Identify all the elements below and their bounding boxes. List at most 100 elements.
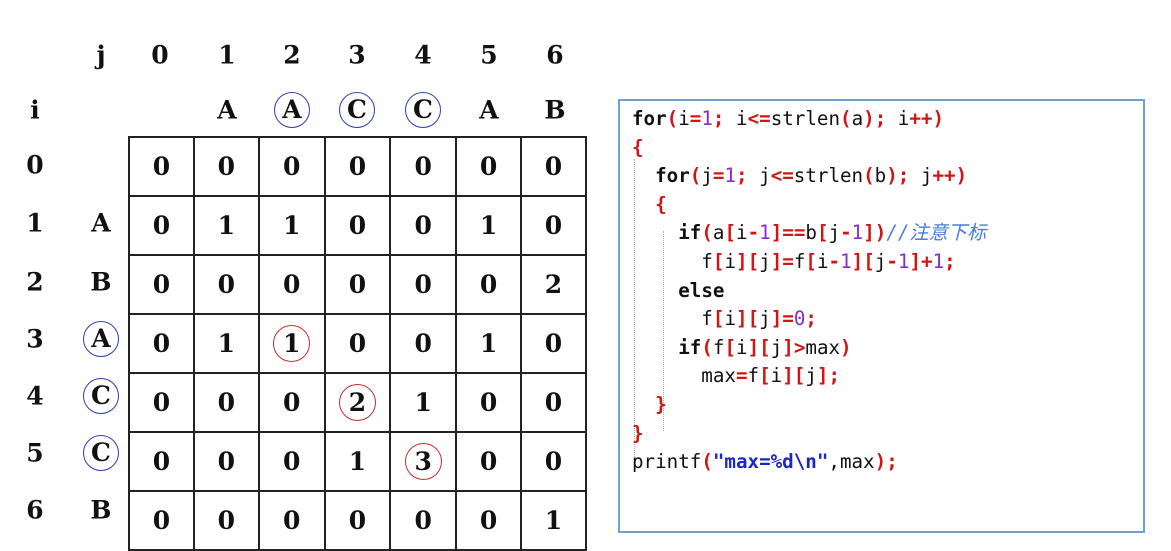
code-line: else: [678, 278, 725, 302]
table-cell: 2: [323, 372, 392, 433]
code-line: for(i=1; i<=strlen(a); i++): [632, 107, 945, 130]
table-cell: 1: [455, 313, 523, 374]
table-cell: 0: [323, 136, 392, 197]
table-cell: 0: [323, 195, 392, 256]
table-cell: 0: [257, 136, 326, 197]
table-cell: 0: [520, 195, 587, 256]
code-line: f[i][j]=0;: [632, 307, 817, 331]
table-cell: 1: [520, 490, 587, 551]
table-row: 0000001: [128, 490, 587, 551]
table-cell: 0: [257, 372, 326, 433]
table-cell: 1: [389, 372, 458, 433]
i-index: 6: [26, 495, 44, 525]
table-cell: 1: [455, 195, 523, 256]
table-cell: 0: [323, 254, 392, 315]
table-cell: 0: [389, 490, 458, 551]
table-row: 0002100: [128, 372, 587, 433]
i-index: 3: [26, 324, 44, 354]
j-index: 2: [283, 40, 301, 70]
table-cell: 0: [520, 431, 587, 492]
code-panel: for(i=1; i<=strlen(a); i++) { for(j=1; j…: [618, 99, 1145, 533]
string-b-char: C: [405, 92, 441, 128]
j-index: 6: [546, 40, 564, 70]
string-b-char: A: [274, 92, 310, 128]
string-b-char: A: [479, 95, 499, 125]
table-cell: 0: [192, 136, 260, 197]
i-index: 2: [26, 267, 44, 297]
dp-table: 0000000011001000000020110010000210000013…: [128, 136, 587, 551]
table-cell: 1: [323, 431, 392, 492]
string-b-char-circle: A: [274, 92, 310, 128]
table-cell: 0: [389, 136, 458, 197]
code-line: if(a[i-1]==b[j-1])//注意下标: [678, 221, 987, 245]
highlighted-cell-value: 2: [338, 384, 376, 421]
table-cell: 3: [389, 431, 458, 492]
table-cell: 0: [128, 372, 195, 433]
string-a-char: C: [83, 378, 119, 414]
table-row: 0110010: [128, 313, 587, 374]
table-cell: 0: [323, 490, 392, 551]
table-cell: 0: [455, 431, 523, 492]
table-cell: 0: [128, 431, 195, 492]
table-cell: 0: [128, 313, 195, 374]
table-cell: 0: [455, 372, 523, 433]
table-cell: 0: [128, 254, 195, 315]
i-index: 0: [26, 150, 44, 180]
code-block: for(i=1; i<=strlen(a); i++) { for(j=1; j…: [632, 105, 986, 477]
i-index: 5: [26, 438, 44, 468]
string-b-char: B: [544, 95, 566, 125]
table-cell: 0: [323, 313, 392, 374]
table-cell: 1: [192, 195, 260, 256]
table-cell: 0: [389, 313, 458, 374]
code-line: max=f[i][j];: [632, 364, 841, 388]
table-cell: 0: [520, 372, 587, 433]
string-a-char: B: [90, 267, 112, 297]
j-index: 5: [480, 40, 498, 70]
table-cell: 1: [257, 313, 326, 374]
string-b-char: A: [217, 95, 237, 125]
j-axis-label: j: [96, 40, 106, 70]
string-a-char: B: [90, 495, 112, 525]
table-row: 0110010: [128, 195, 587, 256]
table-row: 0001300: [128, 431, 587, 492]
highlighted-cell-value: 1: [273, 325, 311, 362]
string-a-char-circle: A: [83, 321, 119, 357]
string-b-char-circle: C: [339, 92, 375, 128]
table-cell: 0: [128, 195, 195, 256]
table-cell: 0: [455, 136, 523, 197]
table-cell: 0: [192, 372, 260, 433]
table-cell: 0: [192, 254, 260, 315]
string-a-char: A: [83, 321, 119, 357]
table-cell: 1: [257, 195, 326, 256]
table-cell: 0: [128, 136, 195, 197]
i-index: 4: [26, 381, 44, 411]
table-cell: 0: [257, 490, 326, 551]
table-cell: 0: [389, 195, 458, 256]
code-line: {: [632, 135, 644, 159]
j-index: 0: [151, 40, 169, 70]
code-line: {: [655, 192, 667, 216]
j-index: 3: [348, 40, 366, 70]
string-b-char-circle: C: [405, 92, 441, 128]
string-a-char: A: [91, 208, 111, 238]
table-cell: 0: [192, 490, 260, 551]
code-line: printf("max=%d\n",max);: [632, 450, 898, 474]
i-index: 1: [26, 208, 44, 238]
table-cell: 0: [128, 490, 195, 551]
code-line: if(f[i][j]>max): [678, 335, 852, 359]
code-line: }: [655, 392, 667, 416]
code-line: }: [632, 421, 644, 445]
code-line: f[i][j]=f[i-1][j-1]+1;: [632, 249, 956, 273]
code-line: for(j=1; j<=strlen(b); j++): [655, 164, 968, 188]
table-cell: 0: [455, 490, 523, 551]
table-cell: 0: [192, 431, 260, 492]
table-cell: 0: [520, 136, 587, 197]
table-cell: 1: [192, 313, 260, 374]
table-row: 0000002: [128, 254, 587, 315]
table-cell: 0: [257, 431, 326, 492]
table-cell: 0: [455, 254, 523, 315]
table-cell: 0: [389, 254, 458, 315]
string-b-char: C: [339, 92, 375, 128]
table-cell: 0: [257, 254, 326, 315]
string-a-char-circle: C: [83, 378, 119, 414]
